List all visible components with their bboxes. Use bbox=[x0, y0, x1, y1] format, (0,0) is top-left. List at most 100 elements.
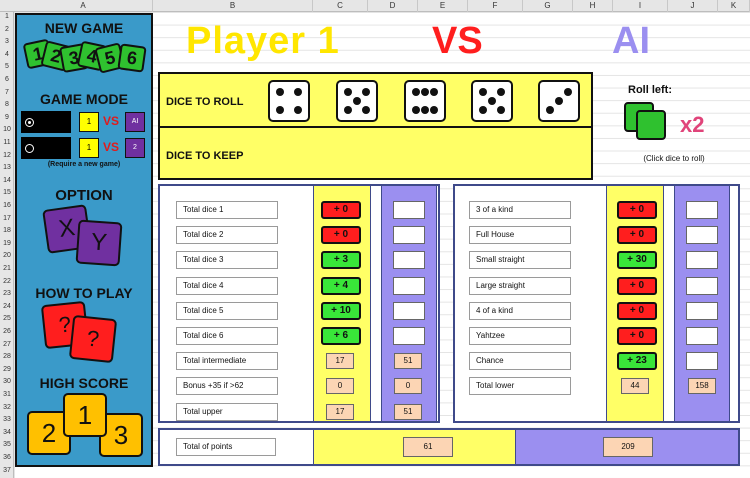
row-number[interactable]: 18 bbox=[0, 226, 14, 236]
column-g[interactable]: G bbox=[523, 0, 573, 12]
die-to-roll-2[interactable] bbox=[336, 80, 378, 122]
row-number[interactable]: 33 bbox=[0, 415, 14, 425]
lower-score-option[interactable]: + 0 bbox=[617, 201, 657, 219]
row-number[interactable]: 23 bbox=[0, 289, 14, 299]
row-number[interactable]: 7 bbox=[0, 88, 14, 98]
pip bbox=[412, 106, 420, 114]
row-number[interactable]: 36 bbox=[0, 453, 14, 463]
lower-ai-cell bbox=[686, 226, 718, 245]
row-number[interactable]: 13 bbox=[0, 163, 14, 173]
row-number[interactable]: 28 bbox=[0, 352, 14, 362]
row-number[interactable]: 1 bbox=[0, 12, 14, 22]
lower-score-option[interactable]: + 0 bbox=[617, 327, 657, 345]
row-number[interactable]: 20 bbox=[0, 251, 14, 261]
column-header: A B C D E F G H I J K bbox=[0, 0, 750, 12]
roll-die-front[interactable] bbox=[636, 110, 666, 140]
mode-ai-player-chip: 1 bbox=[79, 112, 99, 132]
help-die-2[interactable]: ? bbox=[68, 314, 118, 364]
mode-2p-selector[interactable] bbox=[21, 137, 71, 159]
row-number[interactable]: 6 bbox=[0, 75, 14, 85]
die-to-roll-5[interactable] bbox=[538, 80, 580, 122]
column-d[interactable]: D bbox=[368, 0, 418, 12]
column-f[interactable]: F bbox=[468, 0, 523, 12]
upper-score-option[interactable]: + 0 bbox=[321, 226, 361, 245]
lower-score-option[interactable]: + 0 bbox=[617, 226, 657, 245]
row-number[interactable]: 37 bbox=[0, 466, 14, 476]
row-number[interactable]: 22 bbox=[0, 277, 14, 287]
upper-row-label: Total dice 1 bbox=[176, 201, 278, 219]
row-number[interactable]: 16 bbox=[0, 201, 14, 211]
pip bbox=[412, 88, 420, 96]
upper-score-option[interactable]: + 3 bbox=[321, 251, 361, 270]
lower-score-option[interactable]: + 30 bbox=[617, 251, 657, 270]
column-i[interactable]: I bbox=[613, 0, 668, 12]
lower-score-option[interactable]: + 0 bbox=[617, 301, 657, 320]
high-score-die-1[interactable]: 1 bbox=[63, 393, 107, 437]
row-number[interactable]: 8 bbox=[0, 100, 14, 110]
lower-score-option[interactable]: + 0 bbox=[617, 276, 657, 295]
column-h[interactable]: H bbox=[573, 0, 613, 12]
column-b[interactable]: B bbox=[153, 0, 313, 12]
lower-row-label: 3 of a kind bbox=[469, 201, 571, 219]
upper-score-option[interactable]: + 10 bbox=[321, 301, 361, 320]
row-number[interactable]: 14 bbox=[0, 176, 14, 186]
row-number[interactable]: 34 bbox=[0, 428, 14, 438]
row-number[interactable]: 4 bbox=[0, 50, 14, 60]
upper-score-option[interactable]: + 0 bbox=[321, 201, 361, 219]
column-c[interactable]: C bbox=[313, 0, 368, 12]
pip bbox=[294, 88, 302, 96]
pip bbox=[430, 88, 438, 96]
row-number[interactable]: 5 bbox=[0, 62, 14, 72]
row-number[interactable]: 2 bbox=[0, 25, 14, 35]
pip bbox=[421, 88, 429, 96]
row-number[interactable]: 29 bbox=[0, 365, 14, 375]
row-number[interactable]: 15 bbox=[0, 188, 14, 198]
row-number[interactable]: 25 bbox=[0, 314, 14, 324]
radio-selected-icon[interactable] bbox=[25, 118, 34, 127]
game-mode-vs-ai[interactable]: 1 VS AI bbox=[21, 111, 151, 133]
column-j[interactable]: J bbox=[668, 0, 718, 12]
lower-ai-cell bbox=[686, 251, 718, 270]
row-number[interactable]: 3 bbox=[0, 37, 14, 47]
lower-total-label: Total lower bbox=[469, 377, 571, 396]
row-number[interactable]: 12 bbox=[0, 151, 14, 161]
column-e[interactable]: E bbox=[418, 0, 468, 12]
lower-total-player1: 44 bbox=[621, 378, 649, 395]
lower-score-option[interactable]: + 23 bbox=[617, 352, 657, 371]
upper-bonus-ai: 0 bbox=[394, 378, 422, 395]
upper-score-option[interactable]: + 6 bbox=[321, 327, 361, 345]
upper-row-label: Total dice 3 bbox=[176, 251, 278, 270]
row-number[interactable]: 9 bbox=[0, 113, 14, 123]
lower-row-label: Chance bbox=[469, 352, 571, 371]
option-die-y[interactable]: Y bbox=[75, 219, 123, 267]
die-to-roll-3[interactable] bbox=[404, 80, 446, 122]
row-number[interactable]: 19 bbox=[0, 239, 14, 249]
row-number[interactable]: 26 bbox=[0, 327, 14, 337]
dice-panel-divider bbox=[160, 126, 591, 128]
mode-ai-selector[interactable] bbox=[21, 111, 71, 133]
column-a[interactable]: A bbox=[14, 0, 153, 12]
pip bbox=[497, 88, 505, 96]
total-points-player1: 61 bbox=[403, 437, 453, 457]
row-number[interactable]: 21 bbox=[0, 264, 14, 274]
upper-intermediate-player1: 17 bbox=[326, 353, 354, 370]
die-to-roll-4[interactable] bbox=[471, 80, 513, 122]
pip bbox=[555, 97, 563, 105]
pip bbox=[344, 106, 352, 114]
row-number[interactable]: 17 bbox=[0, 214, 14, 224]
pip bbox=[479, 88, 487, 96]
row-number[interactable]: 32 bbox=[0, 403, 14, 413]
row-number[interactable]: 31 bbox=[0, 390, 14, 400]
game-mode-vs-player2[interactable]: 1 VS 2 bbox=[21, 137, 151, 159]
upper-score-option[interactable]: + 4 bbox=[321, 276, 361, 295]
row-number[interactable]: 10 bbox=[0, 125, 14, 135]
new-game-die-6[interactable]: 6 bbox=[117, 43, 147, 73]
row-number[interactable]: 24 bbox=[0, 302, 14, 312]
radio-unselected-icon[interactable] bbox=[25, 144, 34, 153]
column-k[interactable]: K bbox=[718, 0, 750, 12]
row-number[interactable]: 11 bbox=[0, 138, 14, 148]
row-number[interactable]: 27 bbox=[0, 340, 14, 350]
row-number[interactable]: 30 bbox=[0, 377, 14, 387]
die-to-roll-1[interactable] bbox=[268, 80, 310, 122]
row-number[interactable]: 35 bbox=[0, 440, 14, 450]
